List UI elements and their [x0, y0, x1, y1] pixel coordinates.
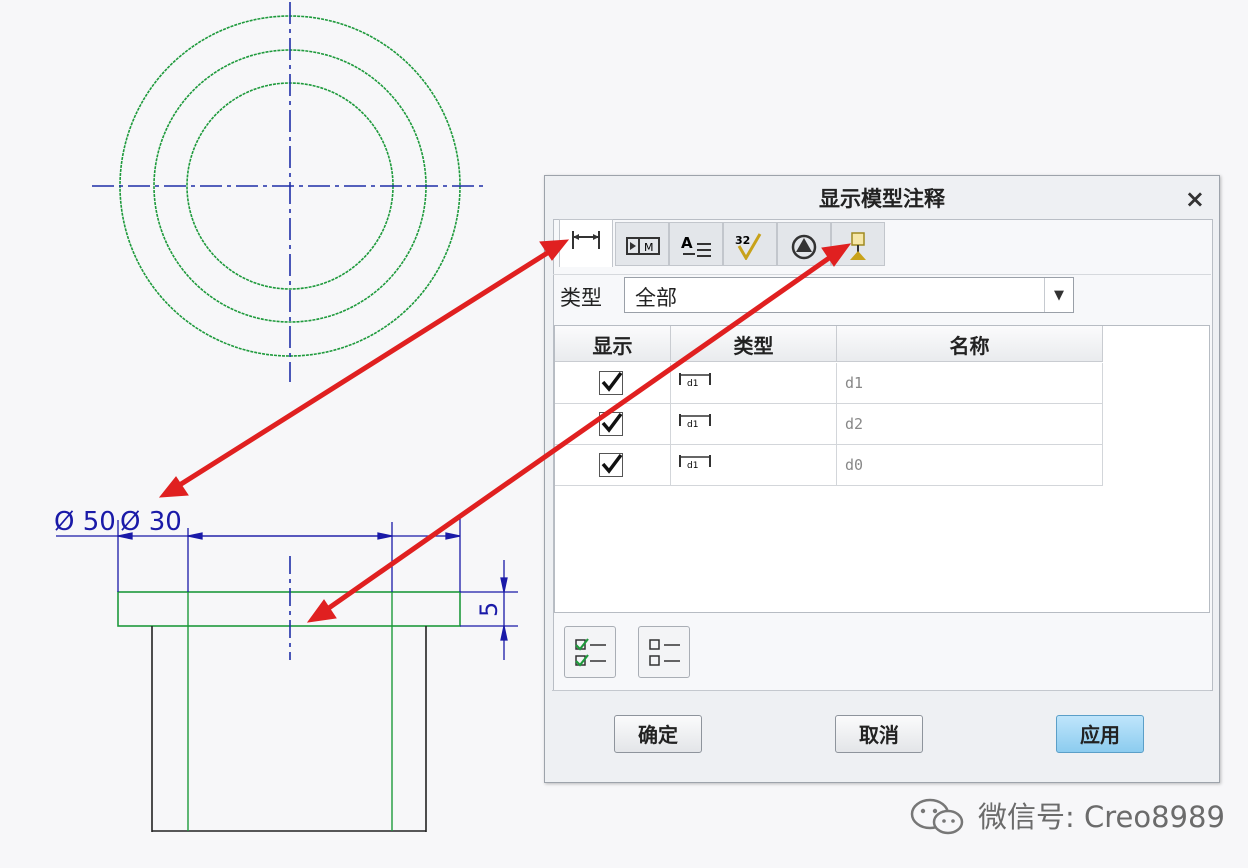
arrow-line-datum — [323, 253, 835, 613]
arrow-line-dimension — [175, 247, 555, 489]
callout-arrows — [158, 239, 852, 623]
watermark-text: 微信号: Creo8989 — [978, 800, 1225, 834]
wechat-icon — [910, 798, 964, 835]
